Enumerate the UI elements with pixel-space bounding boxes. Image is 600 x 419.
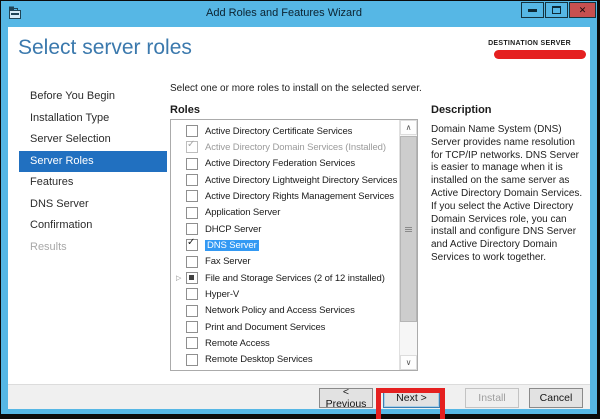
role-row-print-and-document-services[interactable]: Print and Document Services <box>171 319 399 335</box>
sidebar-item-dns-server[interactable]: DNS Server <box>8 194 169 216</box>
role-label: Active Directory Lightweight Directory S… <box>205 175 397 186</box>
role-row-dns-server[interactable]: ✓ DNS Server <box>171 237 399 253</box>
role-label: Active Directory Domain Services (Instal… <box>205 142 386 153</box>
window-title: Add Roles and Features Wizard <box>81 7 487 19</box>
sidebar-item-server-selection[interactable]: Server Selection <box>8 129 169 151</box>
sidebar-item-server-roles[interactable]: Server Roles <box>19 151 167 173</box>
minimize-icon <box>528 9 537 12</box>
role-checkbox-unchecked[interactable] <box>186 256 198 268</box>
destination-server: DESTINATION SERVER <box>486 40 586 59</box>
scroll-grip-icon <box>405 227 412 232</box>
previous-button[interactable]: < Previous <box>319 388 373 408</box>
checkmark-icon: ✓ <box>187 238 195 248</box>
expand-arrow-icon[interactable]: ▷ <box>176 275 186 282</box>
role-checkbox-unchecked[interactable] <box>186 321 198 333</box>
roles-rows: Active Directory Certificate Services ✓ Ac… <box>171 120 399 370</box>
role-label: Active Directory Rights Management Servi… <box>205 191 394 202</box>
role-label: Active Directory Federation Services <box>205 158 355 169</box>
role-label: Fax Server <box>205 256 250 267</box>
role-label: Active Directory Certificate Services <box>205 126 352 137</box>
role-label: Hyper-V <box>205 289 239 300</box>
minimize-button[interactable] <box>521 2 544 18</box>
description-text: Domain Name System (DNS) Server provides… <box>431 124 585 265</box>
scroll-thumb[interactable] <box>400 136 417 322</box>
role-row-fax-server[interactable]: Fax Server <box>171 254 399 270</box>
scroll-track[interactable] <box>400 135 417 355</box>
role-label: File and Storage Services (2 of 12 insta… <box>205 273 385 284</box>
role-label: DHCP Server <box>205 224 261 235</box>
role-row-application-server[interactable]: Application Server <box>171 205 399 221</box>
wizard-window: Add Roles and Features Wizard ✕ Select s… <box>1 1 597 414</box>
instruction-text: Select one or more roles to install on t… <box>170 83 422 94</box>
footer-bar: < PreviousNext >InstallCancel <box>8 384 590 409</box>
window-controls: ✕ <box>520 2 596 18</box>
screenshot-root: Add Roles and Features Wizard ✕ Select s… <box>0 0 600 419</box>
page-title: Select server roles <box>18 36 192 60</box>
role-checkbox-checked[interactable]: ✓ <box>186 239 198 251</box>
role-checkbox-unchecked[interactable] <box>186 125 198 137</box>
role-checkbox-unchecked[interactable] <box>186 174 198 186</box>
close-button[interactable]: ✕ <box>569 2 596 18</box>
next-button-annotation <box>376 388 445 419</box>
role-row-dhcp-server[interactable]: DHCP Server <box>171 221 399 237</box>
role-checkbox-unchecked[interactable] <box>186 190 198 202</box>
scroll-down-button[interactable]: ∨ <box>400 355 417 370</box>
wizard-app-icon <box>8 6 23 20</box>
role-label: Remote Access <box>205 338 270 349</box>
sidebar-item-installation-type[interactable]: Installation Type <box>8 108 169 130</box>
scroll-down-icon: ∨ <box>406 359 412 367</box>
close-icon: ✕ <box>579 6 587 15</box>
roles-scrollbar[interactable]: ∧ ∨ <box>399 120 417 370</box>
role-checkbox-unchecked[interactable] <box>186 158 198 170</box>
role-checkbox-unchecked[interactable] <box>186 207 198 219</box>
maximize-icon <box>552 6 561 14</box>
role-checkbox-partial[interactable] <box>186 272 198 284</box>
role-checkbox-unchecked[interactable] <box>186 223 198 235</box>
role-row-network-policy-and-access-services[interactable]: Network Policy and Access Services <box>171 303 399 319</box>
checkmark-icon: ✓ <box>187 140 195 150</box>
role-row-active-directory-lightweight-directory-services[interactable]: Active Directory Lightweight Directory S… <box>171 172 399 188</box>
role-row-active-directory-domain-services-installed[interactable]: ✓ Active Directory Domain Services (Insta… <box>171 139 399 155</box>
role-row-hyper-v[interactable]: Hyper-V <box>171 286 399 302</box>
role-checkbox-unchecked[interactable] <box>186 288 198 300</box>
destination-server-label: DESTINATION SERVER <box>486 40 586 47</box>
description-title: Description <box>431 104 492 116</box>
role-label: Application Server <box>205 207 280 218</box>
sidebar-item-before-you-begin[interactable]: Before You Begin <box>8 86 169 108</box>
role-row-remote-access[interactable]: Remote Access <box>171 335 399 351</box>
role-checkbox-checked: ✓ <box>186 141 198 153</box>
role-row-active-directory-certificate-services[interactable]: Active Directory Certificate Services <box>171 123 399 139</box>
role-row-file-and-storage-services-2-of-12-installed[interactable]: ▷ File and Storage Services (2 of 12 inst… <box>171 270 399 286</box>
sidebar-item-results: Results <box>8 237 169 259</box>
role-checkbox-unchecked[interactable] <box>186 354 198 366</box>
install-button: Install <box>465 388 519 408</box>
role-checkbox-unchecked[interactable] <box>186 337 198 349</box>
role-label: DNS Server <box>205 240 259 251</box>
scroll-up-icon: ∧ <box>406 124 412 132</box>
role-checkbox-unchecked[interactable] <box>186 305 198 317</box>
role-label: Print and Document Services <box>205 322 325 333</box>
wizard-body: Select server roles DESTINATION SERVER B… <box>8 27 590 409</box>
role-row-active-directory-rights-management-services[interactable]: Active Directory Rights Management Servi… <box>171 188 399 204</box>
roles-listbox: Active Directory Certificate Services ✓ Ac… <box>170 119 418 371</box>
wizard-steps: Before You BeginInstallation TypeServer … <box>8 86 169 258</box>
sidebar-item-features[interactable]: Features <box>8 172 169 194</box>
role-label: Network Policy and Access Services <box>205 305 355 316</box>
title-bar[interactable]: Add Roles and Features Wizard ✕ <box>1 1 597 27</box>
role-label: Remote Desktop Services <box>205 354 313 365</box>
roles-list-label: Roles <box>170 104 200 116</box>
redaction-highlight <box>494 50 586 59</box>
role-row-remote-desktop-services[interactable]: Remote Desktop Services <box>171 352 399 368</box>
scroll-up-button[interactable]: ∧ <box>400 120 417 135</box>
maximize-button[interactable] <box>545 2 568 18</box>
role-row-active-directory-federation-services[interactable]: Active Directory Federation Services <box>171 156 399 172</box>
sidebar-item-confirmation[interactable]: Confirmation <box>8 215 169 237</box>
cancel-button[interactable]: Cancel <box>529 388 583 408</box>
